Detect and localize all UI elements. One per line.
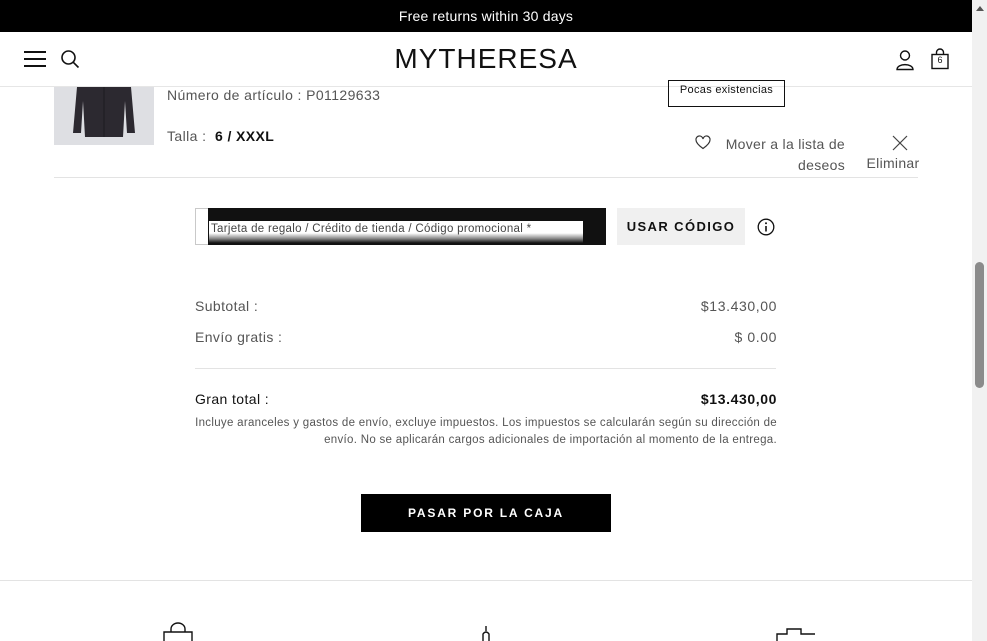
shopping-bag-icon[interactable]: 6 (929, 48, 951, 70)
remove-item-button[interactable]: Eliminar (865, 134, 921, 178)
shipping-value: $ 0.00 (734, 329, 777, 345)
grand-total-value: $13.430,00 (700, 391, 777, 407)
checkout-button[interactable]: PASAR POR LA CAJA (361, 494, 611, 532)
item-number: Número de artículo : P01129633 (167, 87, 381, 103)
scrollbar-thumb[interactable] (975, 262, 984, 388)
item-divider (54, 177, 918, 178)
footer-divider (0, 580, 972, 581)
size-value: 6 / XXXL (215, 128, 275, 144)
jacket-image (73, 87, 135, 137)
wishlist-label: Mover a la lista de deseos (725, 136, 845, 173)
subtotal-value: $13.430,00 (700, 298, 777, 314)
use-code-button[interactable]: USAR CÓDIGO (617, 208, 745, 245)
promo-code-input[interactable]: Tarjeta de regalo / Crédito de tienda / … (195, 208, 606, 245)
grand-total-label: Gran total : (195, 391, 270, 407)
logo-text[interactable]: MYTHERESA (394, 43, 577, 74)
page-scrollbar[interactable] (972, 0, 987, 641)
move-to-wishlist-button[interactable]: Mover a la lista de deseos (695, 134, 845, 178)
close-icon (892, 135, 908, 151)
promo-code-placeholder: Tarjeta de regalo / Crédito de tienda / … (209, 221, 583, 243)
bag-count: 6 (937, 55, 943, 65)
tax-note: Incluye aranceles y gastos de envío, exc… (195, 417, 777, 446)
product-image[interactable] (54, 87, 154, 145)
shopping-bag-icon (163, 622, 193, 641)
subtotal-label: Subtotal : (195, 298, 259, 314)
mannequin-icon (482, 626, 490, 641)
delivery-truck-icon (776, 628, 815, 641)
site-logo: MYTHERESA (0, 43, 972, 75)
site-header: MYTHERESA 6 (0, 32, 972, 87)
scroll-up-arrow-icon[interactable] (976, 6, 984, 11)
info-icon[interactable] (757, 218, 775, 236)
user-icon[interactable] (895, 49, 915, 71)
promo-bar: Free returns within 30 days (0, 0, 972, 32)
heart-icon (695, 135, 711, 150)
promo-bar-text: Free returns within 30 days (398, 8, 574, 24)
remove-label: Eliminar (866, 155, 920, 171)
summary-divider (195, 368, 776, 369)
shipping-label: Envío gratis : (195, 329, 283, 345)
stock-badge: Pocas existencias (668, 80, 785, 107)
size-label: Talla : (167, 128, 207, 144)
